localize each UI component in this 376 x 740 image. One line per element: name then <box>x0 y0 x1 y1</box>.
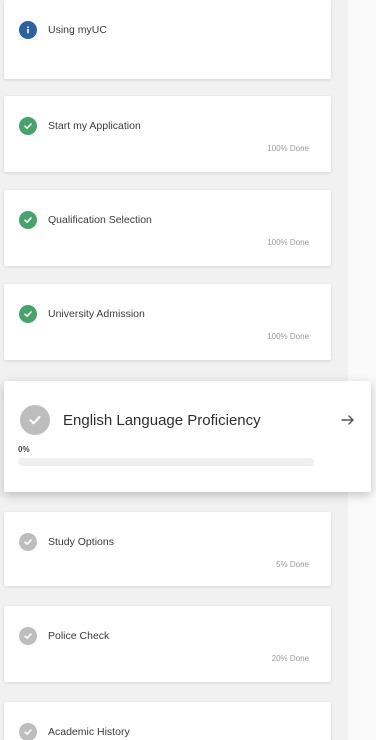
step-progress-text: 100% Done <box>267 238 309 247</box>
arrow-right-icon[interactable] <box>339 411 357 429</box>
step-row: Study Options <box>19 533 114 551</box>
step-row: Police Check <box>19 627 109 645</box>
step-label: Study Options <box>48 536 114 548</box>
step-label: University Admission <box>48 308 145 320</box>
right-panel <box>348 0 376 740</box>
info-icon <box>19 21 37 39</box>
step-label: English Language Proficiency <box>63 411 261 429</box>
step-row: Academic History <box>19 723 130 740</box>
step-row: English Language Proficiency <box>20 405 261 435</box>
step-row: Using myUC <box>19 21 107 39</box>
check-icon <box>19 723 37 740</box>
step-progress-percent: 0% <box>18 445 30 454</box>
check-icon <box>19 533 37 551</box>
step-card-academic-history[interactable]: Academic History <box>4 702 331 740</box>
step-card-english-language-proficiency[interactable]: English Language Proficiency 0% <box>4 381 371 492</box>
step-card-university-admission[interactable]: University Admission 100% Done <box>4 284 331 360</box>
step-row: Start my Application <box>19 117 141 135</box>
check-icon <box>19 627 37 645</box>
step-label: Academic History <box>48 726 130 738</box>
step-card-police-check[interactable]: Police Check 20% Done <box>4 606 331 682</box>
step-row: University Admission <box>19 305 145 323</box>
step-progress-text: 100% Done <box>267 332 309 341</box>
check-icon <box>19 117 37 135</box>
step-card-study-options[interactable]: Study Options 5% Done <box>4 512 331 586</box>
step-progress-text: 20% Done <box>271 654 309 663</box>
step-label: Using myUC <box>48 24 107 36</box>
step-label: Qualification Selection <box>48 214 152 226</box>
step-card-using-myuc[interactable]: Using myUC <box>4 0 331 79</box>
progress-bar <box>18 458 314 466</box>
step-progress-text: 5% Done <box>276 560 309 569</box>
application-steps-page: Using myUC Start my Application 100% Don… <box>0 0 376 740</box>
step-row: Qualification Selection <box>19 211 152 229</box>
step-label: Police Check <box>48 630 110 642</box>
check-icon <box>19 305 37 323</box>
step-card-qualification-selection[interactable]: Qualification Selection 100% Done <box>4 190 331 266</box>
check-icon <box>19 211 37 229</box>
step-label: Start my Application <box>48 120 141 132</box>
step-progress-text: 100% Done <box>267 144 309 153</box>
step-card-start-application[interactable]: Start my Application 100% Done <box>4 96 331 172</box>
check-icon <box>20 405 50 435</box>
